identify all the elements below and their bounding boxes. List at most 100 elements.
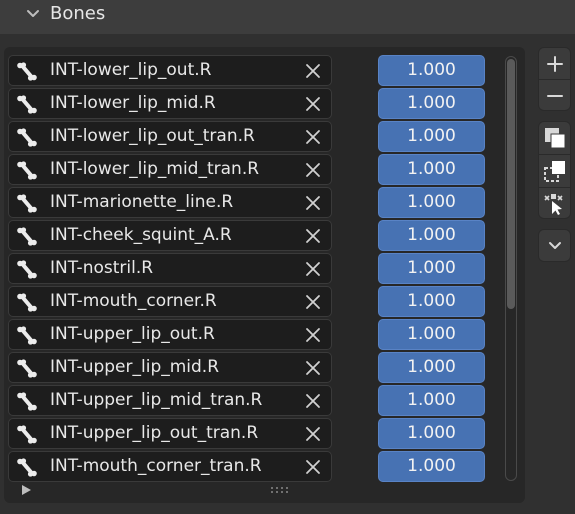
list-item[interactable]: INT-lower_lip_out_tran.R 1.000 — [8, 121, 518, 152]
list-item[interactable]: INT-upper_lip_out.R 1.000 — [8, 319, 518, 350]
select-pick-button[interactable] — [539, 188, 570, 219]
bone-name-field[interactable]: INT-nostril.R — [8, 253, 332, 284]
bone-name-field[interactable]: INT-upper_lip_out_tran.R — [8, 418, 332, 449]
list-item[interactable]: INT-upper_lip_mid.R 1.000 — [8, 352, 518, 383]
bone-name: INT-lower_lip_mid.R — [50, 93, 216, 113]
bone-name: INT-upper_lip_mid.R — [50, 357, 220, 377]
scrollbar-thumb[interactable] — [507, 59, 515, 309]
close-icon[interactable] — [305, 129, 321, 145]
bone-name-field[interactable]: INT-lower_lip_mid_tran.R — [8, 154, 332, 185]
bone-icon — [17, 326, 37, 345]
bone-icon — [17, 161, 37, 180]
bone-name: INT-lower_lip_out_tran.R — [50, 126, 255, 146]
close-icon[interactable] — [305, 294, 321, 310]
close-icon[interactable] — [305, 459, 321, 475]
weight-value-field[interactable]: 1.000 — [378, 286, 485, 317]
list-item[interactable]: INT-lower_lip_mid_tran.R 1.000 — [8, 154, 518, 185]
bone-name: INT-upper_lip_out.R — [50, 324, 215, 344]
add-remove-group — [538, 47, 571, 111]
bone-name: INT-upper_lip_out_tran.R — [50, 423, 259, 443]
bone-name-field[interactable]: INT-upper_lip_out.R — [8, 319, 332, 350]
list-item[interactable]: INT-marionette_line.R 1.000 — [8, 187, 518, 218]
chevron-down-icon — [548, 241, 561, 249]
weight-value-field[interactable]: 1.000 — [378, 220, 485, 251]
weight-value-field[interactable]: 1.000 — [378, 451, 485, 482]
bone-name-field[interactable]: INT-mouth_corner_tran.R — [8, 451, 332, 482]
close-icon[interactable] — [305, 228, 321, 244]
list-scrollbar[interactable] — [505, 56, 517, 481]
bone-icon — [17, 227, 37, 246]
bone-icon — [17, 128, 37, 147]
weight-value-field[interactable]: 1.000 — [378, 319, 485, 350]
list-item[interactable]: INT-upper_lip_mid_tran.R 1.000 — [8, 385, 518, 416]
specials-menu-group — [538, 229, 571, 262]
close-icon[interactable] — [305, 63, 321, 79]
bone-icon — [17, 425, 37, 444]
plus-icon — [546, 55, 563, 72]
remove-bone-button[interactable] — [539, 80, 570, 111]
list-item[interactable]: INT-lower_lip_out.R 1.000 — [8, 55, 518, 86]
bone-name: INT-upper_lip_mid_tran.R — [50, 390, 263, 410]
bone-icon — [17, 359, 37, 378]
selection-tools-group — [538, 121, 571, 219]
bone-name-field[interactable]: INT-lower_lip_out_tran.R — [8, 121, 332, 152]
list-item[interactable]: INT-cheek_squint_A.R 1.000 — [8, 220, 518, 251]
bone-icon — [17, 293, 37, 312]
close-icon[interactable] — [305, 195, 321, 211]
minus-icon — [546, 94, 563, 97]
bone-name-field[interactable]: INT-cheek_squint_A.R — [8, 220, 332, 251]
weight-value-field[interactable]: 1.000 — [378, 55, 485, 86]
close-icon[interactable] — [305, 426, 321, 442]
bone-name: INT-nostril.R — [50, 258, 154, 278]
bone-name: INT-cheek_squint_A.R — [50, 225, 232, 245]
list-item[interactable]: INT-lower_lip_mid.R 1.000 — [8, 88, 518, 119]
chevron-down-icon — [27, 10, 39, 17]
close-icon[interactable] — [305, 162, 321, 178]
bone-icon — [17, 95, 37, 114]
weight-value-field[interactable]: 1.000 — [378, 121, 485, 152]
weight-value-field[interactable]: 1.000 — [378, 352, 485, 383]
bone-icon — [17, 458, 37, 477]
add-bone-button[interactable] — [539, 48, 570, 79]
bone-name-field[interactable]: INT-upper_lip_mid.R — [8, 352, 332, 383]
bone-icon — [17, 194, 37, 213]
bone-name: INT-mouth_corner.R — [50, 291, 217, 311]
bone-name-field[interactable]: INT-lower_lip_mid.R — [8, 88, 332, 119]
bone-icon — [17, 260, 37, 279]
weight-value-field[interactable]: 1.000 — [378, 385, 485, 416]
deselect-button[interactable] — [539, 155, 570, 186]
bone-name: INT-lower_lip_out.R — [50, 60, 212, 80]
close-icon[interactable] — [305, 393, 321, 409]
bone-name-field[interactable]: INT-marionette_line.R — [8, 187, 332, 218]
list-item[interactable]: INT-mouth_corner_tran.R 1.000 — [8, 451, 518, 482]
weight-value-field[interactable]: 1.000 — [378, 154, 485, 185]
bone-icon — [17, 392, 37, 411]
select-all-icon — [544, 127, 565, 148]
expand-filter-arrow-icon[interactable] — [20, 484, 32, 496]
specials-menu-button[interactable] — [539, 230, 570, 261]
resize-grip-icon[interactable] — [270, 486, 290, 494]
bone-name: INT-mouth_corner_tran.R — [50, 456, 262, 476]
list-item[interactable]: INT-mouth_corner.R 1.000 — [8, 286, 518, 317]
weight-value-field[interactable]: 1.000 — [378, 88, 485, 119]
list-item[interactable]: INT-nostril.R 1.000 — [8, 253, 518, 284]
close-icon[interactable] — [305, 261, 321, 277]
panel-title: Bones — [50, 3, 106, 24]
bone-name-field[interactable]: INT-lower_lip_out.R — [8, 55, 332, 86]
close-icon[interactable] — [305, 327, 321, 343]
weight-value-field[interactable]: 1.000 — [378, 418, 485, 449]
bone-name: INT-lower_lip_mid_tran.R — [50, 159, 260, 179]
deselect-icon — [543, 160, 565, 182]
list-item[interactable]: INT-upper_lip_out_tran.R 1.000 — [8, 418, 518, 449]
bone-name-field[interactable]: INT-mouth_corner.R — [8, 286, 332, 317]
select-all-button[interactable] — [539, 122, 570, 153]
weight-value-field[interactable]: 1.000 — [378, 253, 485, 284]
bone-name-field[interactable]: INT-upper_lip_mid_tran.R — [8, 385, 332, 416]
close-icon[interactable] — [305, 360, 321, 376]
close-icon[interactable] — [305, 96, 321, 112]
bones-panel-header[interactable]: Bones — [0, 0, 575, 34]
select-pick-icon — [543, 193, 563, 215]
weight-value-field[interactable]: 1.000 — [378, 187, 485, 218]
bone-name: INT-marionette_line.R — [50, 192, 234, 212]
bone-icon — [17, 62, 37, 81]
